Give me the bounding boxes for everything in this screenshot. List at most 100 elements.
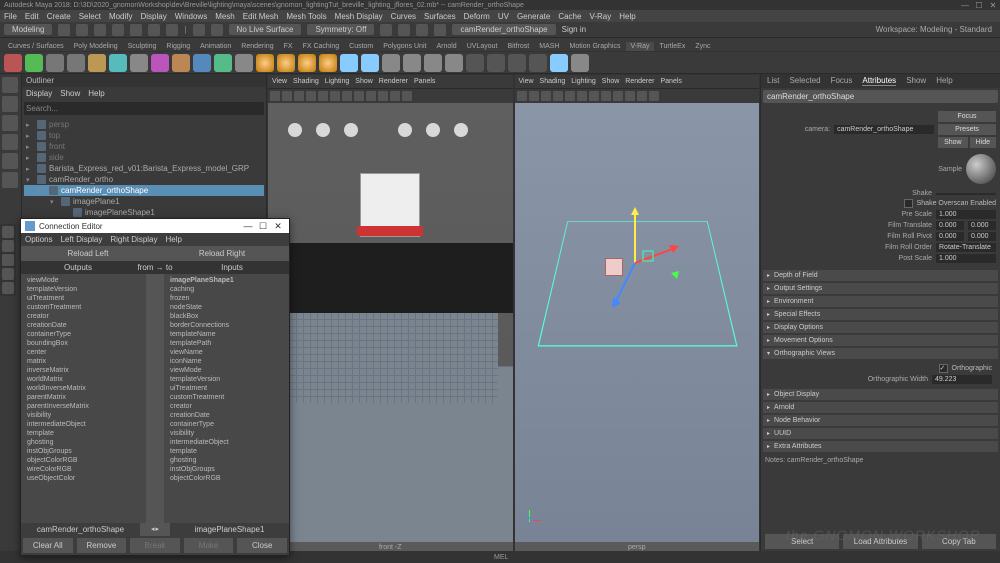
vp-icon[interactable] (318, 91, 328, 101)
menu-display[interactable]: Display (141, 12, 167, 21)
attr-section[interactable]: ▸Object Display (763, 389, 998, 400)
shelf-tab[interactable]: Sculpting (124, 42, 161, 51)
shake-overscan-checkbox[interactable] (904, 199, 913, 208)
attr-tab[interactable]: Show (906, 76, 926, 86)
attr-section-ortho[interactable]: ▾Orthographic Views (763, 348, 998, 359)
conn-attr-item[interactable]: instObjGroups (23, 447, 144, 456)
shelf-tab[interactable]: FX (280, 42, 297, 51)
conn-close[interactable]: ✕ (271, 221, 285, 232)
remove-button[interactable]: Remove (77, 538, 127, 553)
signin-link[interactable]: Sign in (562, 25, 586, 34)
conn-attr-item[interactable]: customTreatment (23, 303, 144, 312)
shelf-tab[interactable]: Curves / Surfaces (4, 42, 68, 51)
prescale-field[interactable]: 1.000 (936, 210, 996, 219)
menu-vray[interactable]: V-Ray (589, 12, 611, 21)
conn-menu-right[interactable]: Right Display (110, 235, 157, 244)
film-roll-pivot-x[interactable]: 0.000 (936, 232, 964, 241)
show-button[interactable]: Show (938, 137, 968, 148)
menu-help[interactable]: Help (619, 12, 635, 21)
menu-windows[interactable]: Windows (175, 12, 207, 21)
shelf-icon[interactable] (211, 24, 223, 36)
conn-attr-item[interactable]: containerType (166, 420, 287, 429)
shelf-button[interactable] (550, 54, 568, 72)
close-button[interactable]: ✕ (986, 1, 1000, 10)
menu-cache[interactable]: Cache (558, 12, 581, 21)
break-button[interactable]: Break (130, 538, 180, 553)
vp-icon[interactable] (565, 91, 575, 101)
conn-menu-left[interactable]: Left Display (61, 235, 103, 244)
vp-menu-view[interactable]: View (519, 78, 534, 85)
reload-right-button[interactable]: Reload Right (155, 246, 289, 261)
shelf-icon[interactable] (76, 24, 88, 36)
shelf-button[interactable] (424, 54, 442, 72)
conn-attr-item[interactable]: templateVersion (23, 285, 144, 294)
symmetry-dropdown[interactable]: Symmetry: Off (307, 24, 374, 35)
vp-icon[interactable] (529, 91, 539, 101)
conn-attr-item[interactable]: ghosting (23, 438, 144, 447)
film-roll-pivot-y[interactable]: 0.000 (968, 232, 996, 241)
shelf-button[interactable] (214, 54, 232, 72)
workspace-dropdown[interactable]: Workspace: Modeling - Standard (876, 25, 996, 34)
attr-node-tab[interactable]: camRender_orthoShape (763, 90, 998, 103)
shelf-button[interactable] (88, 54, 106, 72)
conn-attr-item[interactable]: uiTreatment (166, 384, 287, 393)
select-tool-icon[interactable] (2, 77, 18, 93)
vp-icon[interactable] (601, 91, 611, 101)
minimize-button[interactable]: — (958, 1, 972, 10)
rotate-tool-icon[interactable] (2, 134, 18, 150)
vp-icon[interactable] (553, 91, 563, 101)
shake-field[interactable] (936, 193, 996, 195)
menu-edit[interactable]: Edit (25, 12, 39, 21)
layout-icon[interactable] (2, 282, 14, 294)
menu-deform[interactable]: Deform (464, 12, 490, 21)
conn-attr-item[interactable]: creationDate (166, 411, 287, 420)
outliner-item[interactable]: ▾camRender_ortho (24, 174, 264, 185)
shelf-button[interactable] (529, 54, 547, 72)
menu-file[interactable]: File (4, 12, 17, 21)
lasso-tool-icon[interactable] (2, 96, 18, 112)
vp-icon[interactable] (517, 91, 527, 101)
attr-tab[interactable]: Help (936, 76, 952, 86)
attr-tab[interactable]: Selected (789, 76, 820, 86)
conn-attr-item[interactable]: worldInverseMatrix (23, 384, 144, 393)
conn-attr-item[interactable]: creator (23, 312, 144, 321)
conn-attr-item[interactable]: imagePlaneShape1 (166, 276, 287, 285)
menu-select[interactable]: Select (79, 12, 101, 21)
conn-attr-item[interactable]: wireColorRGB (23, 465, 144, 474)
reload-left-button[interactable]: Reload Left (21, 246, 155, 261)
layout-icon[interactable] (2, 226, 14, 238)
shelf-button[interactable] (193, 54, 211, 72)
conn-attr-item[interactable]: center (23, 348, 144, 357)
conn-attr-item[interactable]: blackBox (166, 312, 287, 321)
conn-attr-item[interactable]: borderConnections (166, 321, 287, 330)
shelf-tab[interactable]: V-Ray (626, 42, 653, 51)
outputs-list[interactable]: viewModetemplateVersionuiTreatmentcustom… (21, 274, 146, 523)
clear-all-button[interactable]: Clear All (23, 538, 73, 553)
vp-menu-panels[interactable]: Panels (414, 78, 435, 85)
attr-section[interactable]: ▸UUID (763, 428, 998, 439)
conn-attr-item[interactable]: instObjGroups (166, 465, 287, 474)
shelf-tab[interactable]: MASH (535, 42, 563, 51)
move-tool-icon[interactable] (2, 115, 18, 131)
vp-icon[interactable] (342, 91, 352, 101)
conn-attr-item[interactable]: useObjectColor (23, 474, 144, 483)
outliner-menu-help[interactable]: Help (88, 89, 104, 98)
vp-menu-show[interactable]: Show (355, 78, 373, 85)
conn-attr-item[interactable]: frozen (166, 294, 287, 303)
menu-surfaces[interactable]: Surfaces (424, 12, 456, 21)
attr-tab[interactable]: Attributes (862, 76, 896, 86)
conn-attr-item[interactable]: worldMatrix (23, 375, 144, 384)
conn-attr-item[interactable]: intermediateObject (23, 420, 144, 429)
conn-attr-item[interactable]: visibility (23, 411, 144, 420)
scale-tool-icon[interactable] (2, 153, 18, 169)
vp-menu-renderer[interactable]: Renderer (379, 78, 408, 85)
outliner-search[interactable]: Search... (24, 102, 264, 115)
conn-attr-item[interactable]: viewMode (166, 366, 287, 375)
shelf-icon[interactable] (193, 24, 205, 36)
shelf-icon[interactable] (112, 24, 124, 36)
shelf-button[interactable] (67, 54, 85, 72)
conn-attr-item[interactable]: objectColorRGB (166, 474, 287, 483)
conn-attr-item[interactable]: visibility (166, 429, 287, 438)
vp-menu-view[interactable]: View (272, 78, 287, 85)
vp-icon[interactable] (282, 91, 292, 101)
